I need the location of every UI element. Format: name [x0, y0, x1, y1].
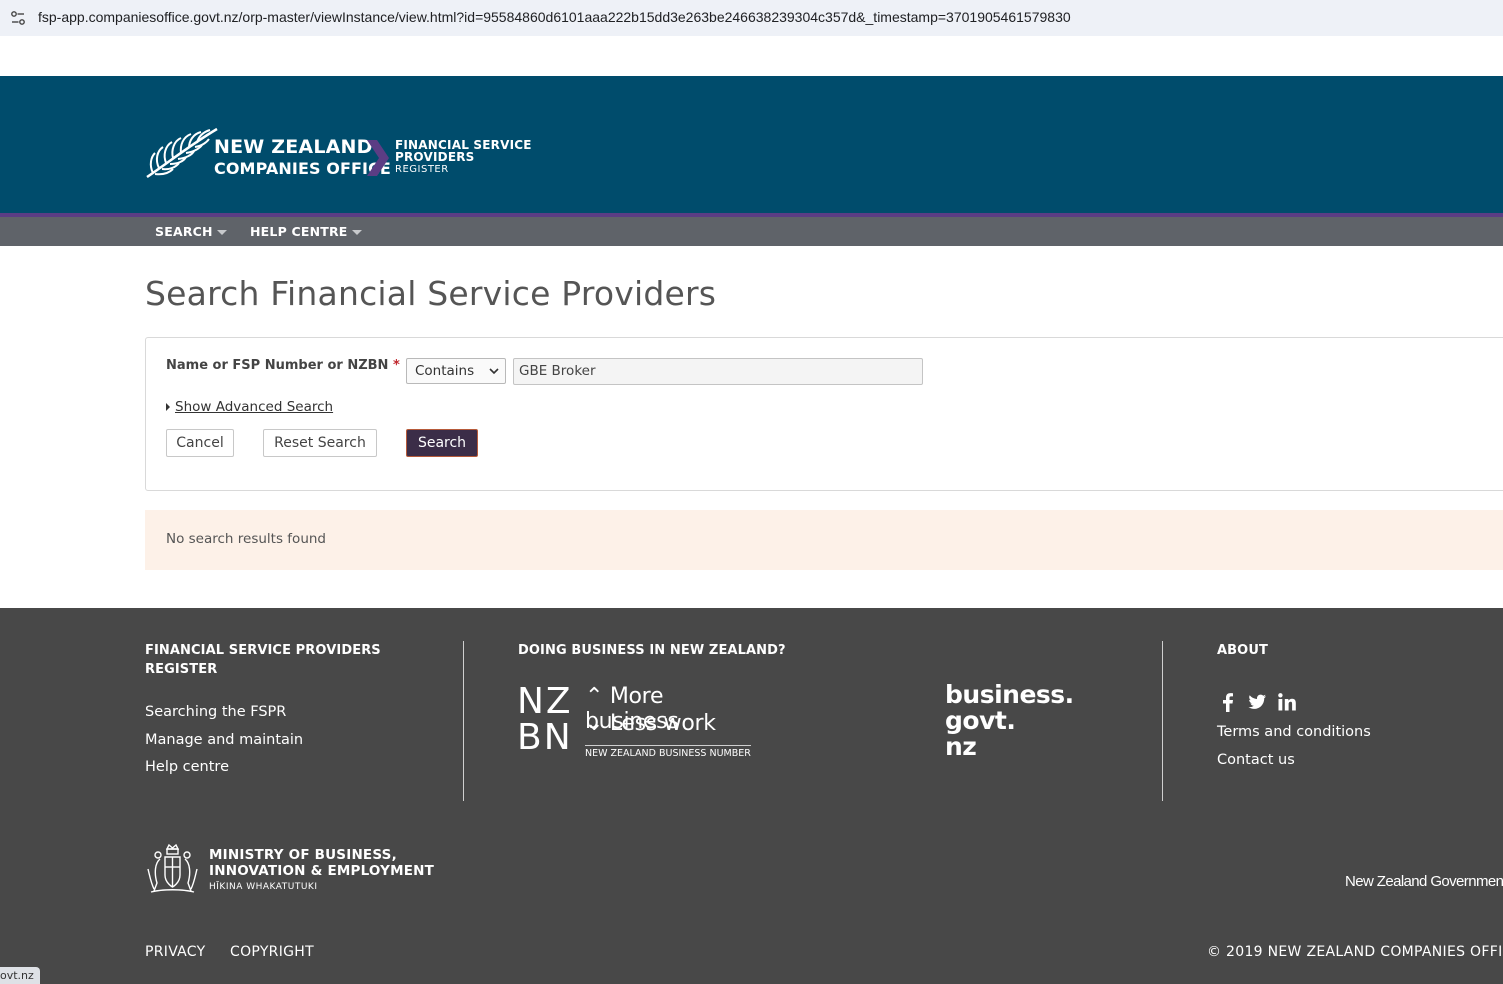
- nav-item-label: SEARCH: [155, 224, 213, 239]
- no-results-message: No search results found: [166, 531, 326, 547]
- caret-down-icon: [351, 230, 362, 235]
- mbie-name-line1: MINISTRY OF BUSINESS,: [209, 847, 397, 863]
- advanced-link-label: Show Advanced Search: [175, 399, 334, 415]
- caret-down-outline-icon: ⌄: [585, 711, 604, 736]
- footer-fspr-heading: FINANCIAL SERVICE PROVIDERS REGISTER: [145, 643, 381, 677]
- fern-logo-icon[interactable]: [145, 127, 219, 179]
- nav-item-search[interactable]: SEARCH: [155, 224, 227, 239]
- search-button[interactable]: Search: [406, 429, 478, 457]
- footer-link-help-centre[interactable]: Help centre: [145, 759, 229, 775]
- reset-search-button[interactable]: Reset Search: [263, 429, 377, 457]
- nzbn-subtitle: NEW ZEALAND BUSINESS NUMBER: [585, 745, 751, 759]
- search-panel: Name or FSP Number or NZBN * Contains GB…: [145, 337, 1503, 491]
- footer-divider: [1162, 641, 1163, 801]
- bgn-line3: nz: [945, 732, 977, 761]
- site-header: NEW ZEALAND COMPANIES OFFICE FINANCIAL S…: [0, 76, 1503, 217]
- footer-link-copyright[interactable]: COPYRIGHT: [230, 944, 314, 960]
- site-settings-icon[interactable]: [10, 10, 26, 26]
- org-name-line1: NEW ZEALAND: [214, 136, 373, 158]
- page-top-gap: [0, 36, 1503, 76]
- nzbn-letters: NZ BN: [517, 684, 573, 756]
- main-nav: SEARCH HELP CENTRE: [0, 217, 1503, 246]
- copyright-notice: © 2019 NEW ZEALAND COMPANIES OFFICE: [1207, 944, 1503, 960]
- footer-link-manage[interactable]: Manage and maintain: [145, 732, 303, 748]
- mbie-name-line3: HĪKINA WHAKATUTUKI: [209, 882, 318, 892]
- nzbn-less-work: ⌄ Less work: [585, 711, 716, 736]
- twitter-icon[interactable]: [1246, 691, 1268, 713]
- nzbn-less-text: Less work: [609, 711, 716, 736]
- facebook-icon[interactable]: [1217, 691, 1239, 713]
- nav-item-label: HELP CENTRE: [250, 224, 348, 239]
- business-govt-nz-logo[interactable]: business. govt. nz: [945, 682, 1074, 760]
- footer-doing-business-heading: DOING BUSINESS IN NEW ZEALAND?: [518, 643, 786, 658]
- search-field-label-text: Name or FSP Number or NZBN: [166, 358, 389, 373]
- footer-about-heading: ABOUT: [1217, 643, 1268, 658]
- footer-link-terms[interactable]: Terms and conditions: [1217, 724, 1371, 740]
- search-field-label: Name or FSP Number or NZBN *: [166, 358, 400, 373]
- nzbn-letters-top: NZ: [517, 681, 573, 722]
- caret-right-icon: [166, 403, 170, 411]
- show-advanced-search-link[interactable]: Show Advanced Search: [166, 399, 333, 415]
- register-name-line3: REGISTER: [395, 164, 449, 175]
- match-type-select[interactable]: Contains: [406, 358, 506, 384]
- match-type-value: Contains: [415, 363, 475, 379]
- nav-item-help-centre[interactable]: HELP CENTRE: [250, 224, 362, 239]
- nz-government-logo[interactable]: New Zealand Government: [1345, 873, 1503, 890]
- footer-link-privacy[interactable]: PRIVACY: [145, 944, 206, 960]
- results-alert: No search results found: [145, 510, 1503, 570]
- site-footer: FINANCIAL SERVICE PROVIDERS REGISTER Sea…: [0, 608, 1503, 984]
- caret-down-icon: [216, 230, 227, 235]
- link-status-tooltip: ovt.nz: [0, 967, 40, 984]
- bgn-line1: business.: [945, 680, 1074, 709]
- linkedin-icon[interactable]: [1276, 691, 1298, 713]
- browser-address-bar: fsp-app.companiesoffice.govt.nz/orp-mast…: [0, 0, 1503, 37]
- footer-divider: [463, 641, 464, 801]
- footer-link-searching[interactable]: Searching the FSPR: [145, 704, 286, 720]
- register-name-line2: PROVIDERS: [395, 150, 475, 164]
- mbie-name-line2: INNOVATION & EMPLOYMENT: [209, 863, 435, 879]
- url-field[interactable]: fsp-app.companiesoffice.govt.nz/orp-mast…: [38, 9, 1071, 25]
- nzbn-letters-bottom: BN: [517, 717, 573, 758]
- page-title: Search Financial Service Providers: [145, 274, 717, 313]
- cancel-button[interactable]: Cancel: [166, 429, 234, 457]
- required-marker: *: [392, 358, 400, 373]
- nzbn-logo[interactable]: NZ BN ⌃ More business ⌄ Less work NEW ZE…: [517, 684, 757, 760]
- coat-of-arms-icon[interactable]: [145, 843, 200, 895]
- bgn-line2: govt.: [945, 706, 1016, 735]
- search-input[interactable]: GBE Broker: [513, 358, 923, 385]
- chevron-logo-icon: [367, 140, 389, 176]
- caret-up-icon: ⌃: [585, 684, 604, 709]
- chevron-down-icon: [489, 368, 499, 375]
- footer-link-contact[interactable]: Contact us: [1217, 752, 1295, 768]
